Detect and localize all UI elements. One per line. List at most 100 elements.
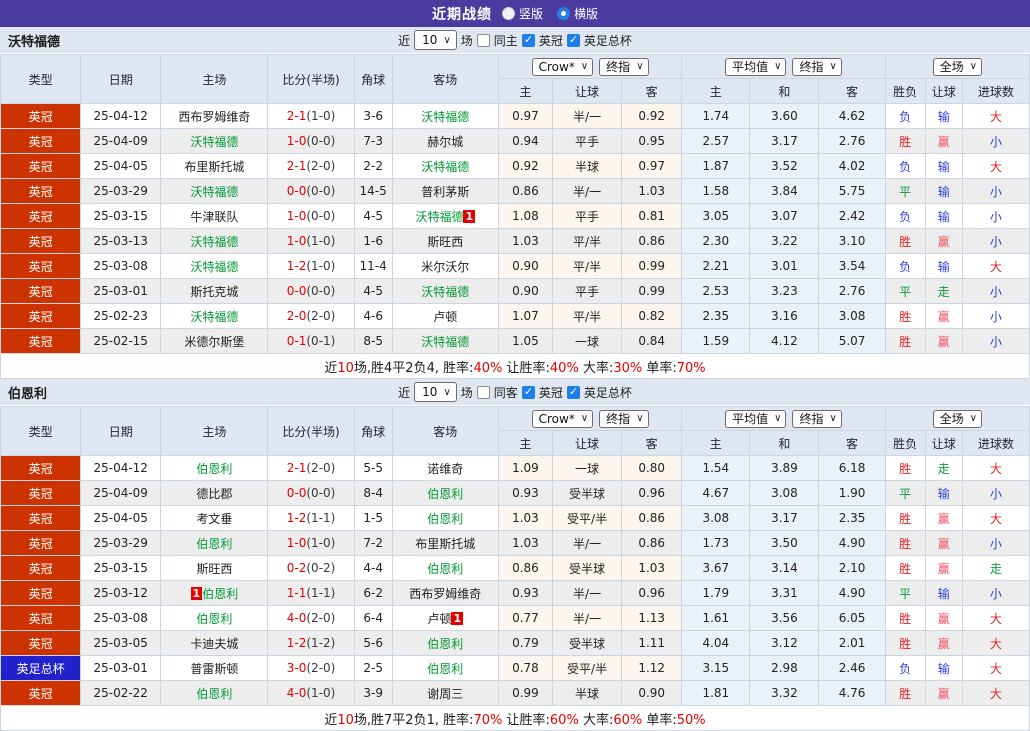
odds-stage-select[interactable]: 终指 ∨ [599,409,649,428]
odds-stage-select[interactable]: 终指 ∨ [599,57,649,76]
corners-cell: 5-5 [353,455,393,481]
handicap-cell: 一球 [551,455,623,481]
chevron-down-icon: ∨ [443,34,451,46]
bookmaker-select[interactable]: Crow* ∨ [531,57,594,76]
select-value: 终指 [799,60,824,74]
period-select[interactable]: 全场 ∨ [932,409,982,428]
goals-result-cell: 大 [961,680,1030,706]
league-filter-checkbox[interactable] [566,33,580,47]
summary-text-part: 单率: [642,360,677,376]
odds-away-cell: 1.12 [621,655,683,681]
corners-cell: 14-5 [353,178,393,204]
fulltime-score: 1-0 [286,134,307,148]
score-cell: 1-1(1-1) [267,580,355,606]
select-value: 平均值 [732,412,769,426]
date-cell: 25-04-12 [80,103,162,129]
avg-draw-cell: 3.17 [749,505,820,531]
home-team-cell: 沃特福德 [160,253,269,279]
avg-stage-select[interactable]: 终指 ∨ [792,409,842,428]
match-count-select[interactable]: 10 ∨ [414,382,457,402]
handicap-cell: 半/一 [551,605,623,631]
league-filter-label: 英足总杯 [583,385,632,400]
radio-icon[interactable] [501,7,515,20]
corners-cell: 6-2 [353,580,393,606]
summary-text-part: 40% [473,360,503,376]
home-team-cell: 布里斯托城 [160,153,269,179]
league-filter-checkbox[interactable] [521,385,535,399]
match-count-select[interactable]: 10 ∨ [414,30,457,50]
summary-text-part: 10 [337,712,354,728]
summary-text-part: 10 [337,360,354,376]
corners-cell: 4-5 [353,203,393,229]
league-type-cell: 英冠 [0,455,82,481]
avg-away-cell: 4.62 [818,103,886,129]
summary-text-part: 70% [676,360,706,376]
fulltime-score: 1-2 [286,511,307,525]
date-cell: 25-04-09 [80,128,162,154]
team-name-text: 普利茅斯 [421,184,470,199]
avg-home-cell: 1.58 [681,178,751,204]
subcol-header-0: 主 [497,78,554,104]
col-corner-header: 角球 [353,54,393,104]
halftime-score: (0-1) [306,334,336,348]
col-type-header: 类型 [0,54,82,104]
page-title: 近期战绩 [431,6,492,23]
avg-home-cell: 2.30 [681,228,751,254]
fulltime-score: 4-0 [286,611,307,625]
home-team-cell: 伯恩利 [160,530,269,556]
corners-cell: 2-5 [353,655,393,681]
average-select[interactable]: 平均值 ∨ [725,409,787,428]
team-name-text: 伯恩利 [196,611,233,626]
league-type-cell: 英冠 [0,303,82,329]
team-name-text: 谢周三 [427,686,464,701]
chevron-down-icon: ∨ [636,61,644,72]
subcol-header-1: 让球 [551,430,623,456]
avg-home-cell: 1.74 [681,103,751,129]
team-name-text: 普雷斯顿 [190,661,239,676]
odds-away-cell: 0.86 [621,530,683,556]
date-cell: 25-03-05 [80,630,162,656]
score-cell: 1-2(1-0) [267,253,355,279]
same-venue-checkbox[interactable] [476,385,490,399]
radio-checked-icon[interactable] [557,7,570,20]
date-cell: 25-03-15 [80,203,162,229]
col-score-header: 比分(半场) [267,406,355,456]
away-team-cell: 米尔沃尔 [391,253,499,279]
home-team-cell: 沃特福德 [160,228,269,254]
avg-away-cell: 4.76 [818,680,886,706]
odds-home-cell: 1.03 [497,505,554,531]
subcol-header-1: 让球 [551,78,623,104]
chevron-down-icon: ∨ [829,413,837,424]
score-cell: 1-0(1-0) [267,530,355,556]
home-team-cell: 米德尔斯堡 [160,328,269,354]
handicap-result-cell: 赢 [924,605,963,631]
avg-away-cell: 2.76 [818,278,886,304]
same-venue-checkbox[interactable] [476,33,490,47]
summary-text-part: 大率: [578,360,614,376]
avg-home-cell: 1.81 [681,680,751,706]
odds-group-header: Crow* ∨ 终指 ∨ [497,54,683,79]
result-cell: 平 [884,480,926,506]
halftime-score: (2-0) [306,661,336,675]
avg-draw-cell: 3.14 [749,555,820,581]
table-row: 英冠 25-03-08 伯恩利 4-0(2-0) 6-4 卢顿 1 0.77 半/一 1.13 1.… [0,605,1030,631]
period-select[interactable]: 全场 ∨ [932,57,982,76]
avg-home-cell: 4.04 [681,630,751,656]
bookmaker-select[interactable]: Crow* ∨ [531,409,594,428]
filter-controls: 近 10 ∨ 场 同主 英冠 英足总杯 [398,30,632,50]
table-row: 英冠 25-03-12 1 伯恩利 1-1(1-1) 6-2 西布罗姆维奇 0.93 半/一 0.… [0,580,1030,606]
corners-cell: 8-4 [353,480,393,506]
horizontal-layout-option[interactable]: 横版 [557,5,598,22]
col-type-header: 类型 [0,406,82,456]
avg-stage-select[interactable]: 终指 ∨ [792,57,842,76]
date-cell: 25-02-22 [80,680,162,706]
league-filter-checkbox[interactable] [566,385,580,399]
average-select[interactable]: 平均值 ∨ [725,57,787,76]
matches-label: 场 [460,385,473,400]
home-team-cell: 斯旺西 [160,555,269,581]
league-filter-checkbox[interactable] [521,33,535,47]
subcol-header-0: 主 [497,430,554,456]
vertical-layout-option[interactable]: 竖版 [501,5,543,22]
score-cell: 0-0(0-0) [267,178,355,204]
odds-home-cell: 0.79 [497,630,554,656]
